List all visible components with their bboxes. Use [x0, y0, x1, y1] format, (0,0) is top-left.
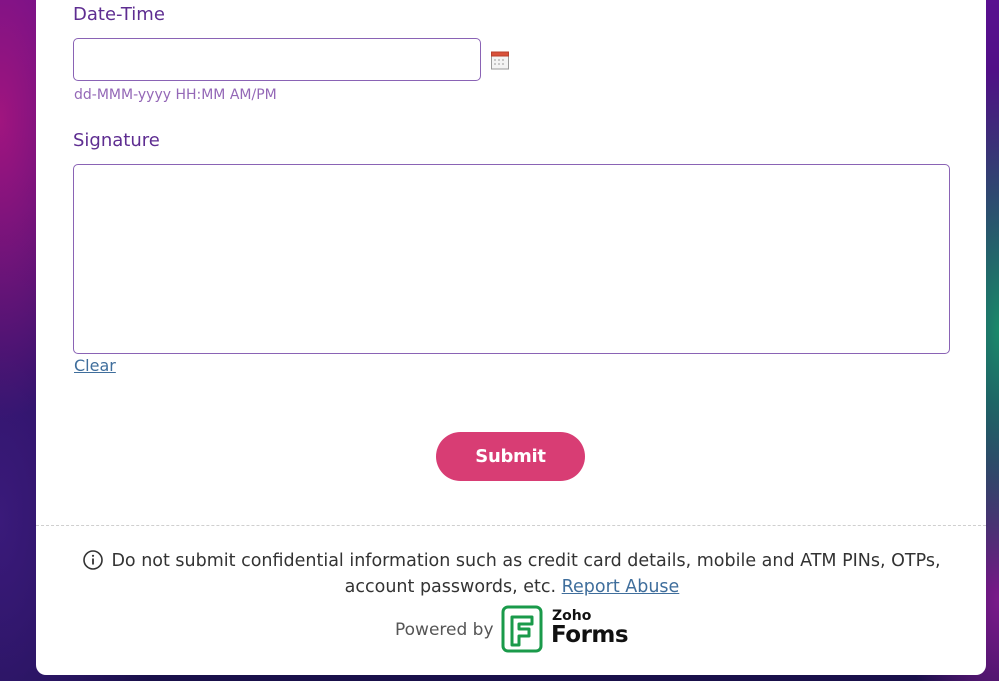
brand-forms: Forms: [551, 622, 629, 648]
notice-text: Do not submit confidential information s…: [111, 551, 941, 597]
footer-divider: [36, 525, 986, 526]
powered-by-text: Powered by: [395, 620, 494, 640]
confidentiality-notice: Do not submit confidential information s…: [72, 548, 952, 600]
clear-signature-link[interactable]: Clear: [74, 356, 116, 375]
zoho-forms-logo[interactable]: Zoho Forms: [501, 605, 631, 653]
calendar-icon[interactable]: [491, 51, 509, 70]
datetime-format-hint: dd-MMM-yyyy HH:MM AM/PM: [74, 87, 277, 103]
info-icon: [83, 550, 104, 570]
signature-pad[interactable]: [73, 164, 950, 354]
forms-logo-icon: [501, 605, 543, 653]
datetime-input[interactable]: [73, 38, 481, 81]
signature-label: Signature: [73, 130, 160, 151]
report-abuse-link[interactable]: Report Abuse: [562, 577, 680, 597]
form-card: Date-Time dd-MMM-yyyy HH:MM AM/PM Signat…: [36, 0, 986, 675]
datetime-label: Date-Time: [73, 4, 165, 25]
submit-button[interactable]: Submit: [436, 432, 585, 481]
